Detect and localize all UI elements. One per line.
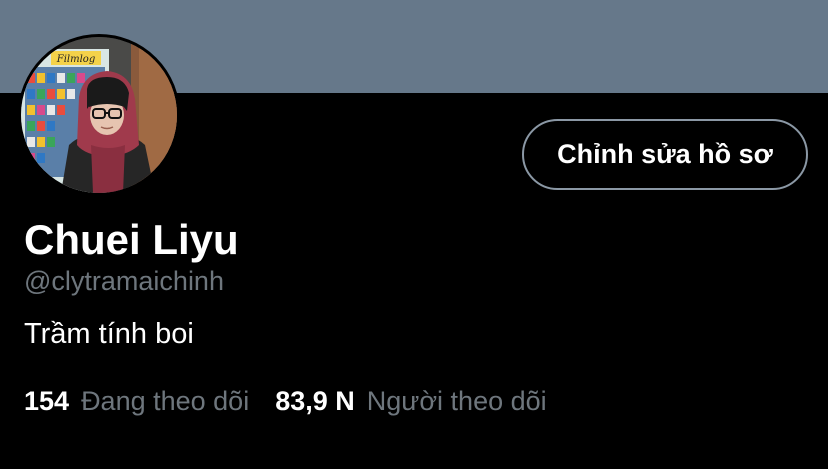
followers-label: Người theo dõi bbox=[366, 386, 547, 416]
profile-bio: Trầm tính boi bbox=[24, 318, 194, 350]
user-handle: @clytramaichinh bbox=[24, 266, 224, 296]
followers-link[interactable]: 83,9 N Người theo dõi bbox=[275, 384, 546, 418]
svg-text:Filmlog: Filmlog bbox=[56, 54, 95, 65]
avatar-photo: Filmlog bbox=[21, 37, 177, 193]
following-link[interactable]: 154 Đang theo dõi bbox=[24, 384, 249, 418]
following-label: Đang theo dõi bbox=[81, 386, 250, 416]
profile-avatar[interactable]: Filmlog bbox=[18, 34, 180, 196]
display-name: Chuei Liyu bbox=[24, 216, 239, 263]
following-count: 154 bbox=[24, 386, 70, 416]
followers-count: 83,9 N bbox=[275, 386, 355, 416]
profile-page: Filmlog Chỉnh sửa hồ sơ Chuei Liyu @clyt… bbox=[0, 0, 828, 469]
profile-stats: 154 Đang theo dõi 83,9 N Người theo dõi bbox=[24, 384, 573, 418]
edit-profile-button[interactable]: Chỉnh sửa hồ sơ bbox=[522, 119, 808, 190]
